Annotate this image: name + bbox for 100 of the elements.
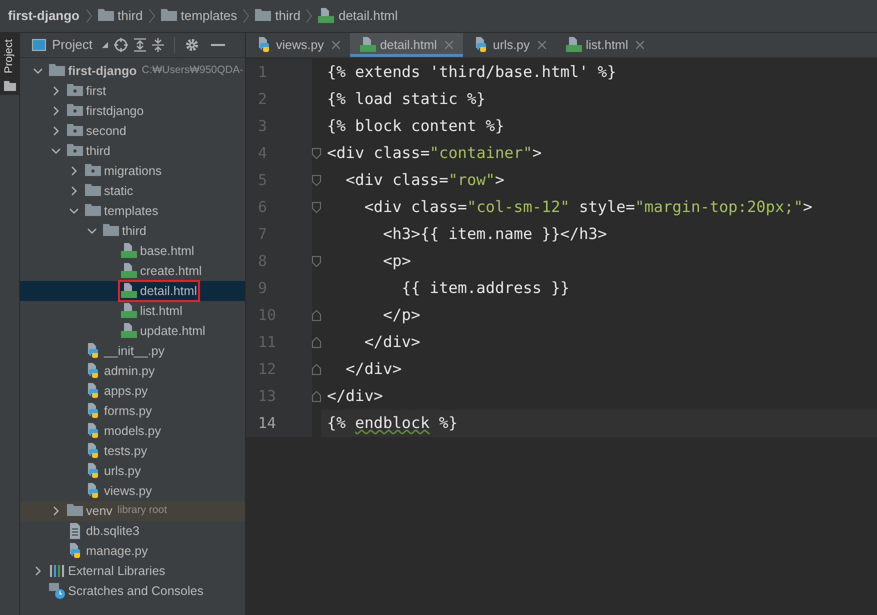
tree-item[interactable]: third — [20, 141, 245, 161]
fold-marker-icon[interactable] — [312, 337, 321, 348]
tree-item[interactable]: list.html — [20, 301, 245, 321]
code-line: {% block content %} — [326, 116, 506, 137]
fold-marker-icon[interactable] — [312, 175, 321, 186]
settings-icon[interactable] — [185, 38, 200, 52]
tree-item[interactable]: first — [20, 81, 245, 101]
tree-label: create.html — [140, 262, 202, 280]
dropdown-caret-icon[interactable] — [102, 42, 108, 48]
tree-item[interactable]: manage.py — [20, 541, 245, 561]
tree-label: __init__.py — [104, 342, 164, 360]
tree-item[interactable]: models.py — [20, 421, 245, 441]
folder-icon — [255, 8, 272, 24]
tree-label: views.py — [104, 482, 152, 500]
minimize-icon[interactable] — [211, 43, 226, 47]
chevron-right-icon[interactable] — [33, 566, 43, 576]
tab-label: list.html — [586, 36, 628, 54]
chevron-right-icon[interactable] — [51, 126, 61, 136]
tree-item[interactable]: migrations — [20, 161, 245, 181]
tree-item[interactable]: __init__.py — [20, 341, 245, 361]
tree-item[interactable]: update.html — [20, 321, 245, 341]
folder-icon — [160, 8, 177, 24]
python-file-icon — [67, 543, 83, 559]
breadcrumb[interactable]: third — [118, 6, 143, 26]
panel-title[interactable]: Project — [52, 35, 92, 55]
html-file-icon — [360, 37, 376, 53]
fold-marker-icon[interactable] — [312, 310, 321, 321]
tree-label: static — [104, 182, 134, 200]
chevron-right-icon[interactable] — [51, 86, 61, 96]
tree-item[interactable]: static — [20, 181, 245, 201]
tree-item[interactable]: templates — [20, 201, 245, 221]
folder-icon — [103, 223, 119, 239]
chevron-down-icon[interactable] — [87, 226, 97, 236]
html-file-icon — [566, 37, 582, 53]
expand-all-icon[interactable] — [134, 38, 146, 52]
window-icon — [32, 39, 46, 51]
html-file-icon — [121, 243, 137, 259]
tree-label: Scratches and Consoles — [68, 582, 204, 600]
tree-item[interactable]: admin.py — [20, 361, 245, 381]
package-folder-icon — [67, 103, 83, 119]
tree-item[interactable]: base.html — [20, 241, 245, 261]
html-file-icon — [121, 283, 137, 299]
chevron-right-icon[interactable] — [69, 186, 79, 196]
chevron-down-icon[interactable] — [51, 146, 61, 156]
tree-label: base.html — [140, 242, 194, 260]
chevron-right-icon[interactable] — [51, 106, 61, 116]
chevron-down-icon[interactable] — [33, 66, 43, 76]
tree-item[interactable]: Scratches and Consoles — [20, 581, 245, 601]
breadcrumb[interactable]: templates — [180, 6, 238, 26]
tree-item[interactable]: detail.html — [20, 281, 245, 301]
close-icon[interactable] — [636, 41, 644, 49]
package-folder-icon — [85, 163, 101, 179]
tree-label: apps.py — [104, 382, 148, 400]
fold-marker-icon[interactable] — [312, 148, 321, 159]
fold-marker-icon[interactable] — [312, 364, 321, 375]
fold-marker-icon[interactable] — [312, 256, 321, 267]
tree-item[interactable]: venv library root — [20, 501, 245, 521]
fold-marker-icon[interactable] — [312, 202, 321, 213]
tree-label: second — [86, 122, 126, 140]
folder-icon — [98, 8, 114, 24]
code-line: <h3>{{ item.name }}</h3> — [382, 224, 608, 245]
project-tool-tab[interactable]: Project — [0, 33, 20, 95]
close-icon[interactable] — [538, 41, 546, 49]
tree-item[interactable]: apps.py — [20, 381, 245, 401]
editor-tab[interactable]: list.html — [556, 33, 654, 57]
tree-item[interactable]: first-django C:₩Users₩950QDA- — [20, 61, 245, 81]
breadcrumb[interactable]: first-django — [8, 6, 80, 26]
python-file-icon — [85, 343, 101, 359]
tree-label: urls.py — [104, 462, 141, 480]
tree-label: detail.html — [140, 282, 197, 300]
tree-item[interactable]: External Libraries — [20, 561, 245, 581]
code-line: <p> — [382, 250, 412, 272]
path-hint: library root — [117, 503, 168, 518]
code-line: </p> — [382, 304, 422, 326]
target-icon[interactable] — [114, 38, 128, 52]
chevron-right-icon[interactable] — [69, 166, 79, 176]
folder-icon — [49, 63, 65, 79]
chevron-down-icon[interactable] — [69, 206, 79, 216]
tab-label: detail.html — [380, 36, 437, 54]
tree-label: tests.py — [104, 442, 148, 460]
tree-item[interactable]: forms.py — [20, 401, 245, 421]
breadcrumb[interactable]: third — [275, 6, 300, 26]
tree-item[interactable]: tests.py — [20, 441, 245, 461]
tree-item[interactable]: db.sqlite3 — [20, 521, 245, 541]
editor-tab[interactable]: detail.html — [350, 33, 463, 57]
tree-item[interactable]: second — [20, 121, 245, 141]
tree-item[interactable]: views.py — [20, 481, 245, 501]
close-icon[interactable] — [332, 41, 340, 49]
editor-tab[interactable]: views.py — [246, 33, 350, 57]
tree-item[interactable]: create.html — [20, 261, 245, 281]
tree-label: list.html — [140, 302, 182, 320]
collapse-all-icon[interactable] — [152, 38, 164, 52]
tab-label: views.py — [276, 36, 324, 54]
tree-item[interactable]: urls.py — [20, 461, 245, 481]
editor-tab[interactable]: urls.py — [462, 33, 556, 57]
tree-item[interactable]: third — [20, 221, 245, 241]
chevron-right-icon[interactable] — [51, 506, 61, 516]
tree-item[interactable]: firstdjango — [20, 101, 245, 121]
breadcrumb[interactable]: detail.html — [338, 6, 398, 26]
fold-marker-icon[interactable] — [312, 391, 321, 402]
